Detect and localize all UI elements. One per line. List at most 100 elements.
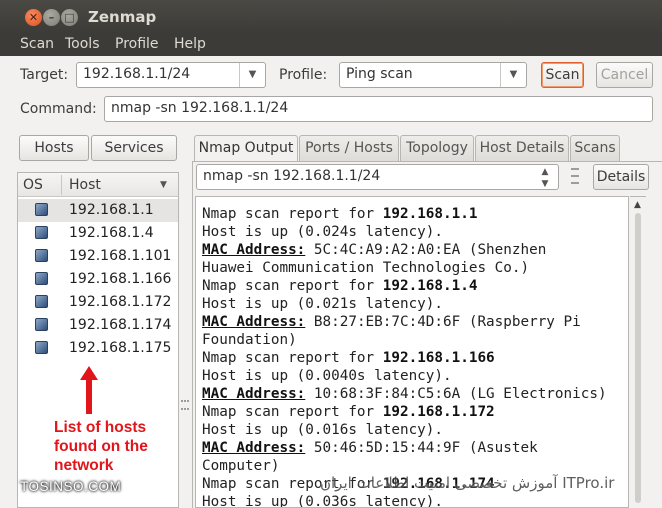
maximize-window-button[interactable]: □: [61, 9, 78, 26]
sort-down-icon[interactable]: ▼: [160, 180, 167, 190]
host-row[interactable]: 192.168.1.175: [18, 337, 178, 360]
output-line: Computer): [202, 458, 280, 474]
output-line: Huawei Communication Technologies Co.): [202, 260, 530, 276]
host-column-header[interactable]: Host: [69, 177, 101, 193]
host-ip: 192.168.1.166: [69, 271, 172, 287]
menu-bar: Scan Tools Profile Help: [0, 34, 662, 56]
profile-label: Profile:: [279, 67, 328, 83]
mac-label: MAC Address:: [202, 386, 306, 402]
report-prefix: Nmap scan report for: [202, 404, 383, 420]
mac-value: 50:46:5D:15:44:9F (Asustek: [305, 440, 538, 456]
report-prefix: Nmap scan report for: [202, 350, 383, 366]
command-label: Command:: [20, 101, 97, 117]
output-line: Host is up (0.021s latency).: [202, 296, 444, 312]
target-label: Target:: [20, 67, 69, 83]
host-row[interactable]: 192.168.1.174: [18, 314, 178, 337]
target-dropdown-icon[interactable]: ▼: [239, 63, 265, 87]
report-host: 192.168.1.172: [382, 404, 495, 420]
tab-nmap-output[interactable]: Nmap Output: [194, 135, 298, 162]
menu-tools[interactable]: Tools: [65, 36, 100, 52]
host-ip: 192.168.1.174: [69, 317, 172, 333]
mac-label: MAC Address:: [202, 242, 306, 258]
profile-value: Ping scan: [346, 66, 413, 82]
watermark-right: آموزش تخصصی امنیت اطلاعات ایران ITPro.ir: [320, 474, 615, 492]
mac-address-line: MAC Address: 5C:4C:A9:A2:A0:EA (Shenzhen: [202, 241, 546, 259]
host-list-header: OS Host ▼: [18, 173, 178, 197]
window-title: Zenmap: [88, 8, 157, 26]
tab-ports-hosts[interactable]: Ports / Hosts: [299, 135, 399, 161]
hosts-button[interactable]: Hosts: [19, 135, 89, 161]
output-line: Host is up (0.0040s latency).: [202, 368, 452, 384]
host-row[interactable]: 192.168.1.4: [18, 222, 178, 245]
output-command-select[interactable]: nmap -sn 192.168.1.1/24 ▲ ▼: [196, 164, 559, 190]
scan-report-line: Nmap scan report for 192.168.1.166: [202, 349, 495, 367]
host-ip: 192.168.1.4: [69, 225, 154, 241]
menu-scan[interactable]: Scan: [20, 36, 54, 52]
mac-address-line: MAC Address: B8:27:EB:7C:4D:6F (Raspberr…: [202, 313, 581, 331]
host-ip: 192.168.1.101: [69, 248, 172, 264]
mac-value: B8:27:EB:7C:4D:6F (Raspberry Pi: [305, 314, 581, 330]
services-button[interactable]: Services: [91, 135, 177, 161]
arrow-up-icon: [80, 366, 98, 414]
target-combo[interactable]: 192.168.1.1/24 ▼: [76, 62, 266, 88]
output-command-value: nmap -sn 192.168.1.1/24: [203, 168, 381, 184]
mac-value: 10:68:3F:84:C5:6A (LG Electronics): [305, 386, 607, 402]
cancel-button[interactable]: Cancel: [596, 62, 653, 88]
minimize-window-button[interactable]: –: [43, 9, 60, 26]
mac-label: MAC Address:: [202, 314, 306, 330]
menu-profile[interactable]: Profile: [115, 36, 159, 52]
close-window-button[interactable]: ✕: [25, 9, 42, 26]
scroll-up-icon[interactable]: ▲: [634, 200, 641, 210]
report-host: 192.168.1.166: [382, 350, 495, 366]
os-unknown-icon: [35, 341, 48, 354]
scan-button[interactable]: Scan: [541, 62, 584, 88]
title-bar: ✕ – □ Zenmap: [0, 0, 662, 34]
os-unknown-icon: [35, 249, 48, 262]
divider-grip-icon[interactable]: [181, 400, 189, 410]
target-value: 192.168.1.1/24: [83, 66, 191, 82]
tab-scans[interactable]: Scans: [570, 135, 620, 161]
host-row[interactable]: 192.168.1.101: [18, 245, 178, 268]
annotation-text: List of hosts found on the network: [54, 419, 148, 474]
select-updown-icon[interactable]: ▲ ▼: [532, 165, 558, 189]
tab-host-details[interactable]: Host Details: [475, 135, 569, 161]
menu-help[interactable]: Help: [174, 36, 206, 52]
os-unknown-icon: [35, 318, 48, 331]
tab-topology[interactable]: Topology: [400, 135, 474, 161]
output-line: Host is up (0.024s latency).: [202, 224, 444, 240]
host-ip: 192.168.1.1: [69, 202, 154, 218]
profile-combo[interactable]: Ping scan ▼: [339, 62, 527, 88]
os-column-header[interactable]: OS: [23, 177, 43, 193]
command-input[interactable]: nmap -sn 192.168.1.1/24: [104, 96, 653, 122]
scan-report-line: Nmap scan report for 192.168.1.172: [202, 403, 495, 421]
handle-icon: [571, 168, 579, 184]
scan-report-line: Nmap scan report for 192.168.1.1: [202, 205, 477, 223]
output-line: Foundation): [202, 332, 297, 348]
host-row[interactable]: 192.168.1.1: [18, 199, 178, 222]
os-unknown-icon: [35, 272, 48, 285]
host-row[interactable]: 192.168.1.172: [18, 291, 178, 314]
report-prefix: Nmap scan report for: [202, 278, 383, 294]
output-line: Host is up (0.016s latency).: [202, 422, 444, 438]
report-prefix: Nmap scan report for: [202, 206, 383, 222]
scroll-thumb[interactable]: [635, 213, 641, 503]
report-host: 192.168.1.4: [382, 278, 478, 294]
host-ip: 192.168.1.175: [69, 340, 172, 356]
details-button[interactable]: Details: [593, 164, 649, 190]
host-row[interactable]: 192.168.1.166: [18, 268, 178, 291]
scan-report-line: Nmap scan report for 192.168.1.4: [202, 277, 477, 295]
report-host: 192.168.1.1: [382, 206, 478, 222]
pane-divider[interactable]: [179, 200, 191, 500]
watermark-left: TOSINSO.COM: [20, 479, 122, 494]
profile-dropdown-icon[interactable]: ▼: [500, 63, 526, 87]
nmap-output-text[interactable]: Nmap scan report for 192.168.1.1 Host is …: [195, 196, 629, 508]
mac-value: 5C:4C:A9:A2:A0:EA (Shenzhen: [305, 242, 547, 258]
output-line: Host is up (0.036s latency).: [202, 494, 444, 508]
output-scrollbar[interactable]: ▲: [630, 196, 646, 508]
mac-label: MAC Address:: [202, 440, 306, 456]
os-unknown-icon: [35, 203, 48, 216]
mac-address-line: MAC Address: 50:46:5D:15:44:9F (Asustek: [202, 439, 538, 457]
os-unknown-icon: [35, 226, 48, 239]
host-ip: 192.168.1.172: [69, 294, 172, 310]
mac-address-line: MAC Address: 10:68:3F:84:C5:6A (LG Elect…: [202, 385, 607, 403]
